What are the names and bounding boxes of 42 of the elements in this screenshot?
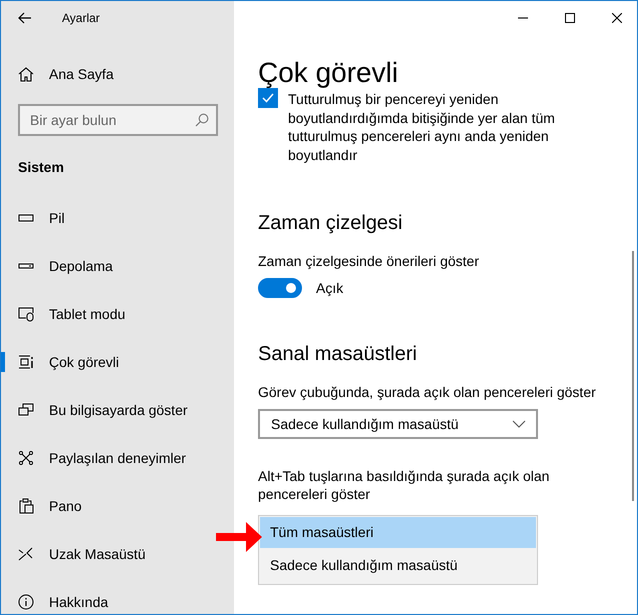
home-icon	[18, 66, 34, 82]
page-title: Çok görevli	[258, 56, 400, 90]
section-heading: Zaman çizelgesi	[258, 211, 404, 236]
dropdown-option[interactable]: Sadece kullandığım masaüstü	[260, 550, 536, 581]
close-icon[interactable]	[612, 13, 622, 23]
back-icon[interactable]	[18, 12, 32, 24]
toggle-switch[interactable]	[258, 278, 302, 298]
sidebar-item[interactable]: Depolama	[1, 242, 234, 290]
sidebar-item[interactable]: Uzak Masaüstü	[1, 530, 234, 578]
share-icon	[18, 450, 34, 466]
setting-label: Alt+Tab tuşlarına basıldığında şurada açık olan pencereleri göster	[258, 467, 550, 503]
sidebar-item[interactable]: Pano	[1, 482, 234, 530]
info-icon	[18, 594, 34, 610]
sidebar-item[interactable]: Pil	[1, 194, 234, 242]
remote-icon	[18, 546, 34, 562]
sidebar-item[interactable]: Çok görevli	[1, 338, 234, 386]
section-heading: Sistem	[17, 158, 65, 177]
section-heading: Sanal masaüstleri	[258, 342, 418, 367]
search-field[interactable]: Bir ayar bulun	[18, 104, 218, 136]
check-icon	[261, 91, 275, 105]
checkbox[interactable]	[258, 88, 278, 108]
clipboard-icon	[18, 498, 34, 514]
tablet-icon	[18, 306, 34, 322]
multitask-icon	[18, 354, 34, 370]
maximize-icon[interactable]	[565, 13, 575, 23]
sidebar-item[interactable]: Hakkında	[1, 578, 234, 614]
pointer-arrow	[216, 519, 264, 555]
sidebar-item[interactable]: Tablet modu	[1, 290, 234, 338]
chevron-down-icon	[512, 420, 526, 428]
monitors-icon	[18, 402, 34, 418]
window-title: Ayarlar	[62, 11, 100, 25]
dropdown[interactable]: Sadece kullandığım masaüstü	[258, 409, 538, 439]
home-link[interactable]: Ana Sayfa	[49, 66, 114, 82]
sidebar-item[interactable]: Bu bilgisayarda göster	[1, 386, 234, 434]
sidebar-item[interactable]: Paylaşılan deneyimler	[1, 434, 234, 482]
setting-label: Görev çubuğunda, şurada açık olan pencereleri göster	[258, 383, 597, 401]
dropdown-option[interactable]: Tüm masaüstleri	[260, 517, 536, 548]
toggle-state: Açık	[316, 280, 344, 296]
scrollbar[interactable]	[632, 251, 634, 501]
search-icon	[195, 113, 209, 127]
checkbox-label: Tutturulmuş bir pencereyi yeniden boyutlandırdığımda bitişiğinde yer alan tüm tutturulmuş pencereleri aynı anda yeniden boyutlandır	[288, 90, 556, 164]
setting-label: Zaman çizelgesinde önerileri göster	[258, 252, 480, 270]
